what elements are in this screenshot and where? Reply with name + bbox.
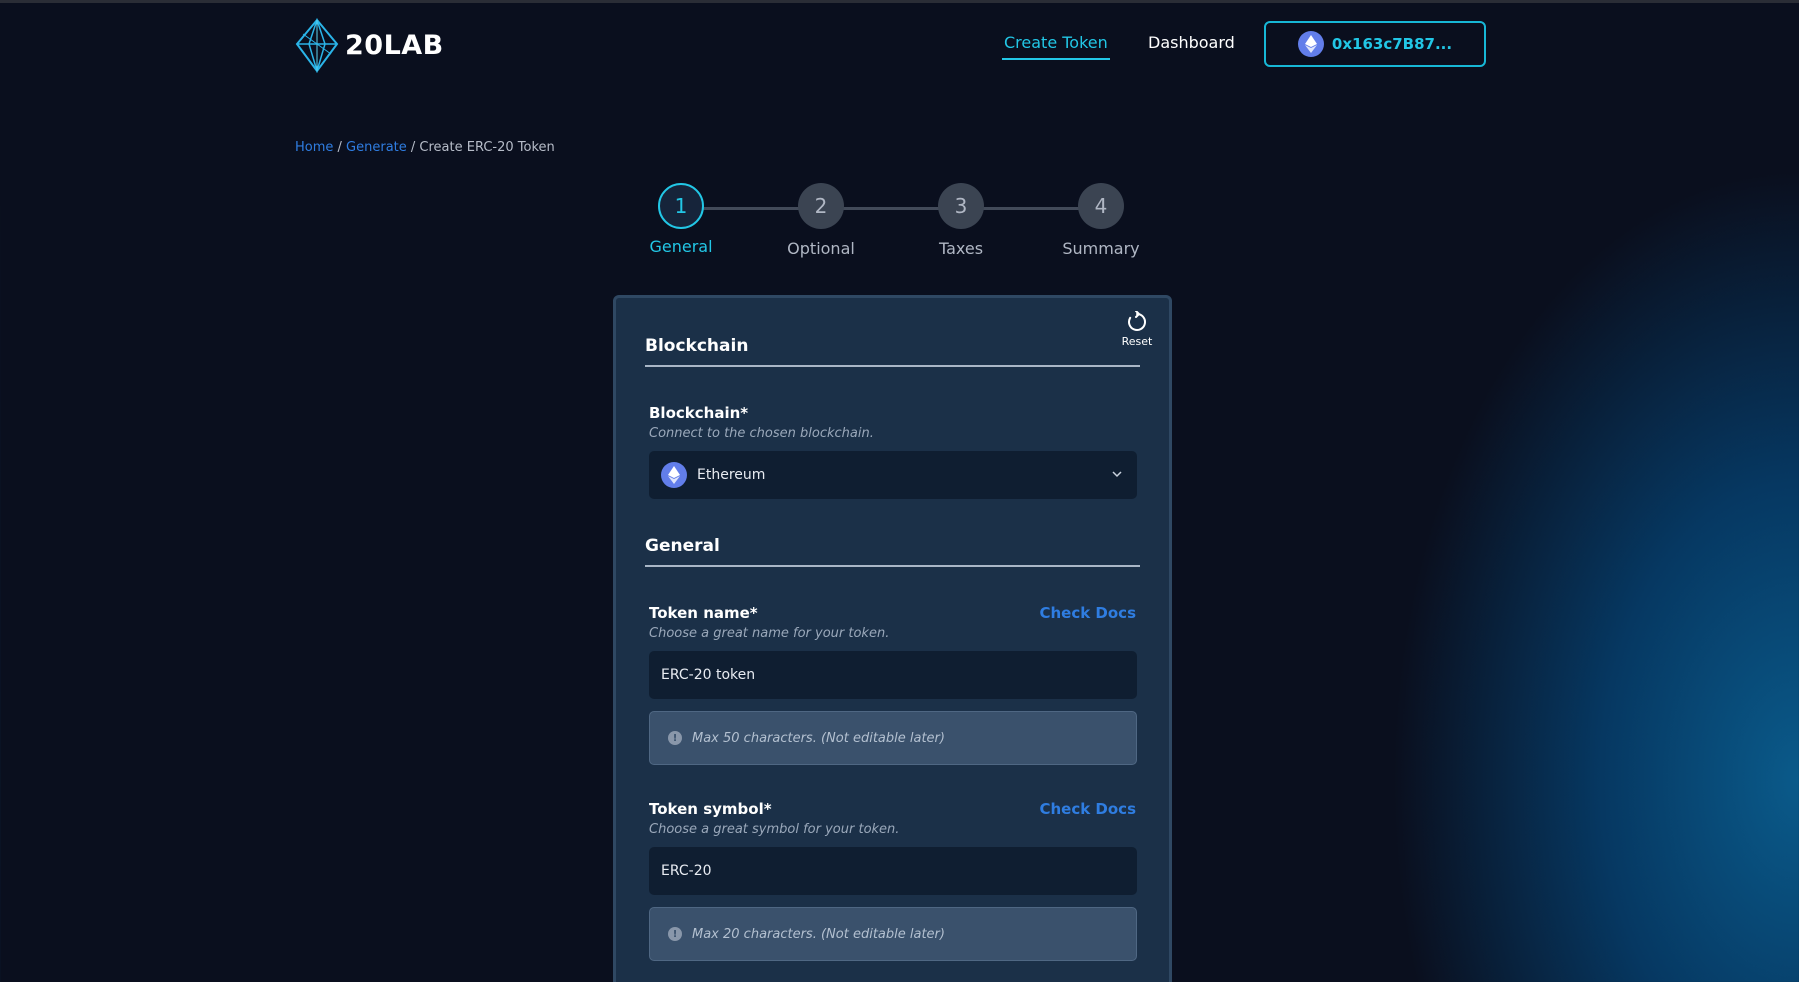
nav-create-token[interactable]: Create Token <box>1002 33 1110 60</box>
token-form-card: Reset Blockchain Blockchain* Connect to … <box>613 295 1172 982</box>
stepper-track <box>680 207 1100 210</box>
blockchain-selected-value: Ethereum <box>697 467 766 483</box>
chevron-down-icon <box>1112 471 1122 478</box>
token-symbol-note: ! Max 20 characters. (Not editable later… <box>649 907 1137 961</box>
token-symbol-check-docs-link[interactable]: Check Docs <box>1039 800 1136 818</box>
token-name-input[interactable]: ERC-20 token <box>649 651 1137 699</box>
blockchain-label: Blockchain* <box>649 404 749 422</box>
step-number: 1 <box>658 183 704 229</box>
section-title-blockchain: Blockchain <box>645 336 1140 367</box>
step-label: Optional <box>787 239 855 258</box>
token-symbol-hint: Choose a great symbol for your token. <box>649 822 900 837</box>
step-number: 3 <box>938 183 984 229</box>
step-taxes[interactable]: 3 Taxes <box>901 183 1021 258</box>
token-symbol-input[interactable]: ERC-20 <box>649 847 1137 895</box>
ethereum-icon <box>1297 31 1324 57</box>
breadcrumb-separator: / <box>406 140 420 155</box>
token-name-value: ERC-20 token <box>661 667 756 683</box>
site-header: 20LAB Create Token Dashboard 0x163c7B87.… <box>0 0 1799 90</box>
blockchain-hint: Connect to the chosen blockchain. <box>649 426 874 441</box>
wallet-address: 0x163c7B87... <box>1331 35 1453 53</box>
section-title-general: General <box>645 536 1140 567</box>
step-number: 2 <box>798 183 844 229</box>
breadcrumb-generate[interactable]: Generate <box>346 140 407 155</box>
step-label: Summary <box>1062 239 1140 258</box>
breadcrumb-separator: / <box>333 140 347 155</box>
wallet-button[interactable]: 0x163c7B87... <box>1264 21 1486 67</box>
breadcrumb: Home / Generate / Create ERC-20 Token <box>295 140 555 155</box>
info-icon: ! <box>668 731 682 745</box>
blockchain-select[interactable]: Ethereum <box>649 451 1137 499</box>
step-general[interactable]: 1 General <box>621 183 741 256</box>
token-symbol-value: ERC-20 <box>661 863 712 879</box>
step-number: 4 <box>1078 183 1124 229</box>
step-label: Taxes <box>938 239 984 258</box>
token-symbol-label: Token symbol* <box>649 800 772 818</box>
reset-icon <box>1128 311 1146 331</box>
token-name-check-docs-link[interactable]: Check Docs <box>1039 604 1136 622</box>
breadcrumb-home[interactable]: Home <box>295 140 333 155</box>
nav-dashboard[interactable]: Dashboard <box>1148 33 1235 52</box>
ethereum-icon <box>661 462 687 488</box>
step-optional[interactable]: 2 Optional <box>761 183 881 258</box>
diamond-logo-icon <box>295 18 339 73</box>
logo-text: 20LAB <box>345 30 444 61</box>
info-icon: ! <box>668 927 682 941</box>
token-name-label: Token name* <box>649 604 758 622</box>
token-name-note-text: Max 50 characters. (Not editable later) <box>692 730 945 746</box>
token-name-note: ! Max 50 characters. (Not editable later… <box>649 711 1137 765</box>
token-symbol-note-text: Max 20 characters. (Not editable later) <box>692 926 945 942</box>
step-summary[interactable]: 4 Summary <box>1041 183 1161 258</box>
stepper: 1 General 2 Optional 3 Taxes 4 Summary <box>649 183 1140 263</box>
logo[interactable]: 20LAB <box>293 18 444 73</box>
step-label: General <box>649 237 713 256</box>
breadcrumb-current: Create ERC-20 Token <box>419 140 555 155</box>
token-name-hint: Choose a great name for your token. <box>649 626 890 641</box>
